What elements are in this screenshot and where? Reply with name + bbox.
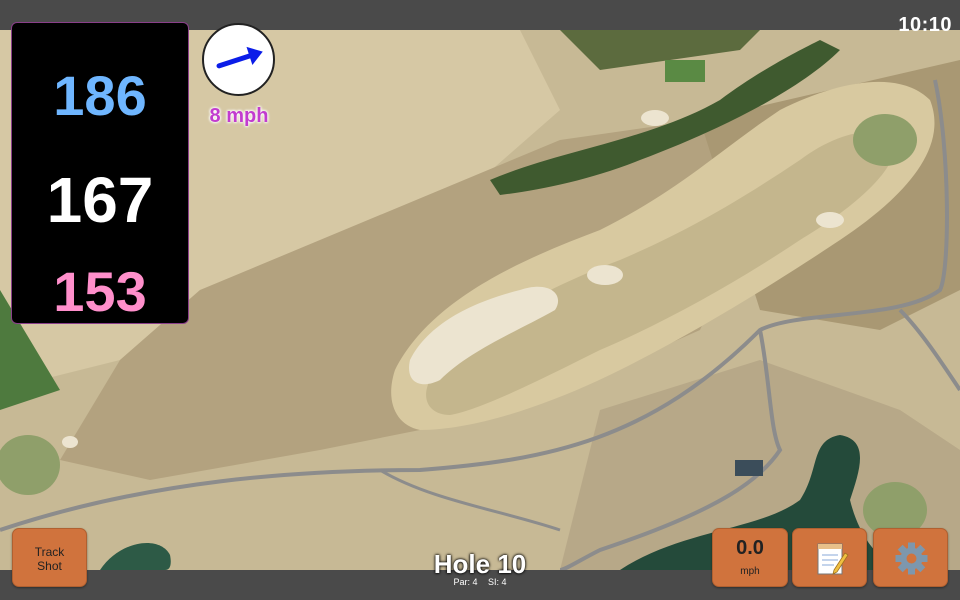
speed-value: 0.0 — [736, 537, 764, 559]
front-distance: 153 — [53, 260, 147, 323]
wind-speed-label: 8 mph — [209, 105, 269, 127]
hole-title: Hole 10 — [433, 549, 527, 579]
wind-direction-indicator — [202, 23, 275, 96]
notes-button[interactable] — [792, 528, 867, 587]
hole-par: Par: 4 — [453, 577, 478, 587]
settings-button[interactable] — [873, 528, 948, 587]
speed-button[interactable]: 0.0 mph — [712, 528, 788, 587]
speed-unit: mph — [740, 566, 760, 577]
track-shot-button[interactable]: Track Shot — [12, 528, 87, 587]
hole-info: Par: 4 SI: 4 — [380, 577, 580, 587]
hole-si: SI: 4 — [488, 577, 507, 587]
track-shot-label: Track Shot — [34, 545, 65, 573]
back-distance: 186 — [53, 64, 147, 127]
arrow-icon — [216, 46, 263, 69]
gear-icon — [895, 542, 928, 575]
notepad-icon — [817, 543, 849, 575]
status-time: 10:10 — [898, 14, 952, 36]
middle-distance: 167 — [46, 164, 154, 236]
distance-panel: 186 167 153 — [11, 22, 189, 324]
